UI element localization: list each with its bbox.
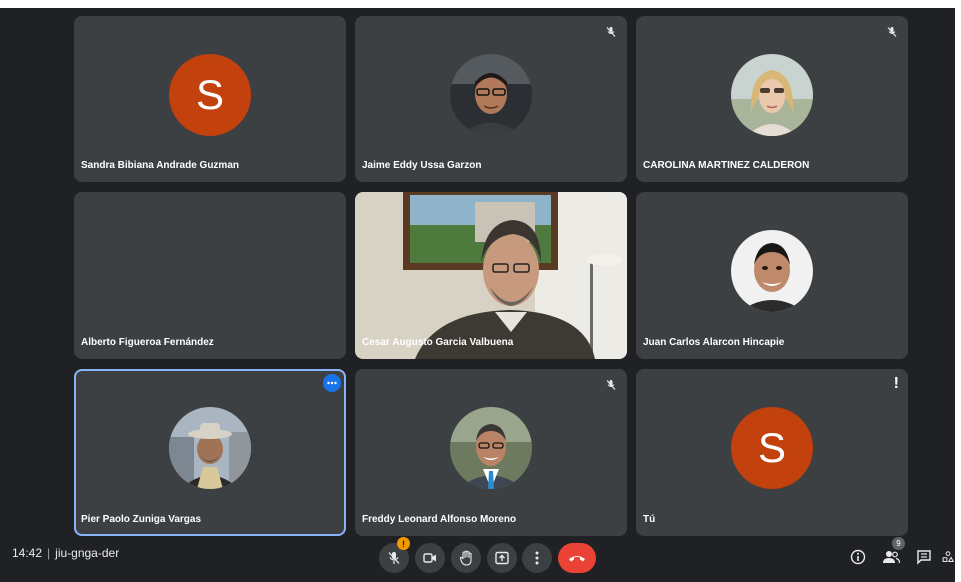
avatar: S [169, 54, 251, 136]
participant-tile[interactable]: Freddy Leonard Alfonso Moreno [355, 369, 627, 536]
more-vert-icon [535, 551, 539, 565]
info-icon [850, 549, 866, 565]
participant-tile[interactable]: S Sandra Bibiana Andrade Guzman [74, 16, 346, 182]
activities-button[interactable] [942, 548, 954, 566]
participant-tile-active[interactable]: Pier Paolo Zuniga Vargas [74, 369, 346, 536]
present-icon [495, 551, 509, 565]
meeting-details-button[interactable] [849, 548, 867, 566]
chat-icon [917, 550, 931, 565]
end-call-icon [569, 556, 585, 562]
participant-grid: S Sandra Bibiana Andrade Guzman Jaime Ed… [74, 16, 909, 536]
participant-video-tile[interactable]: Cesar Augusto Garcia Valbuena [355, 192, 627, 359]
mic-off-icon [606, 27, 616, 37]
alert-icon: ! [893, 375, 899, 392]
participant-name: Juan Carlos Alarcon Hincapie [643, 337, 785, 348]
video-feed [355, 192, 627, 359]
mic-off-icon [606, 380, 616, 390]
mic-off-icon [887, 27, 897, 37]
avatar [450, 54, 532, 136]
people-button[interactable] [882, 548, 900, 566]
end-call-button[interactable] [558, 543, 596, 573]
more-options-button[interactable] [522, 543, 552, 573]
raise-hand-icon [459, 550, 472, 566]
window-top-edge [0, 0, 961, 8]
raise-hand-button[interactable] [451, 543, 481, 573]
bottom-control-bar: 14:42 | jiu-gnga-der ! 9 [0, 534, 961, 582]
participant-name: CAROLINA MARTINEZ CALDERON [643, 160, 810, 171]
meeting-info: 14:42 | jiu-gnga-der [12, 546, 119, 560]
avatar [731, 54, 813, 136]
participant-name: Jaime Eddy Ussa Garzon [362, 160, 482, 171]
people-icon [883, 551, 900, 564]
present-button[interactable] [487, 543, 517, 573]
participant-tile-self[interactable]: ! S Tú [636, 369, 908, 536]
avatar [169, 407, 251, 489]
participant-tile[interactable]: Juan Carlos Alarcon Hincapie [636, 192, 908, 359]
participant-name: Alberto Figueroa Fernández [81, 337, 214, 348]
participant-tile[interactable]: Jaime Eddy Ussa Garzon [355, 16, 627, 182]
activities-icon [942, 551, 954, 562]
avatar: S [731, 407, 813, 489]
window-right-edge [955, 0, 961, 582]
participant-name: Freddy Leonard Alfonso Moreno [362, 514, 517, 525]
separator: | [47, 546, 51, 560]
chat-button[interactable] [915, 548, 933, 566]
participant-tile[interactable]: Alberto Figueroa Fernández [74, 192, 346, 359]
meeting-code: jiu-gnga-der [55, 546, 120, 560]
avatar [450, 407, 532, 489]
camera-icon [423, 553, 436, 563]
participant-name: Pier Paolo Zuniga Vargas [81, 514, 202, 525]
more-options-icon[interactable] [323, 374, 341, 392]
participant-name: Cesar Augusto Garcia Valbuena [362, 337, 514, 348]
participant-name: Sandra Bibiana Andrade Guzman [81, 160, 239, 171]
participant-count-badge: 9 [892, 537, 905, 550]
mic-warning-badge: ! [397, 537, 410, 550]
participant-tile[interactable]: CAROLINA MARTINEZ CALDERON [636, 16, 908, 182]
mic-off-icon [388, 552, 400, 564]
participant-name: Tú [643, 514, 656, 525]
meeting-time: 14:42 [12, 546, 43, 560]
avatar [731, 230, 813, 312]
camera-button[interactable] [415, 543, 445, 573]
